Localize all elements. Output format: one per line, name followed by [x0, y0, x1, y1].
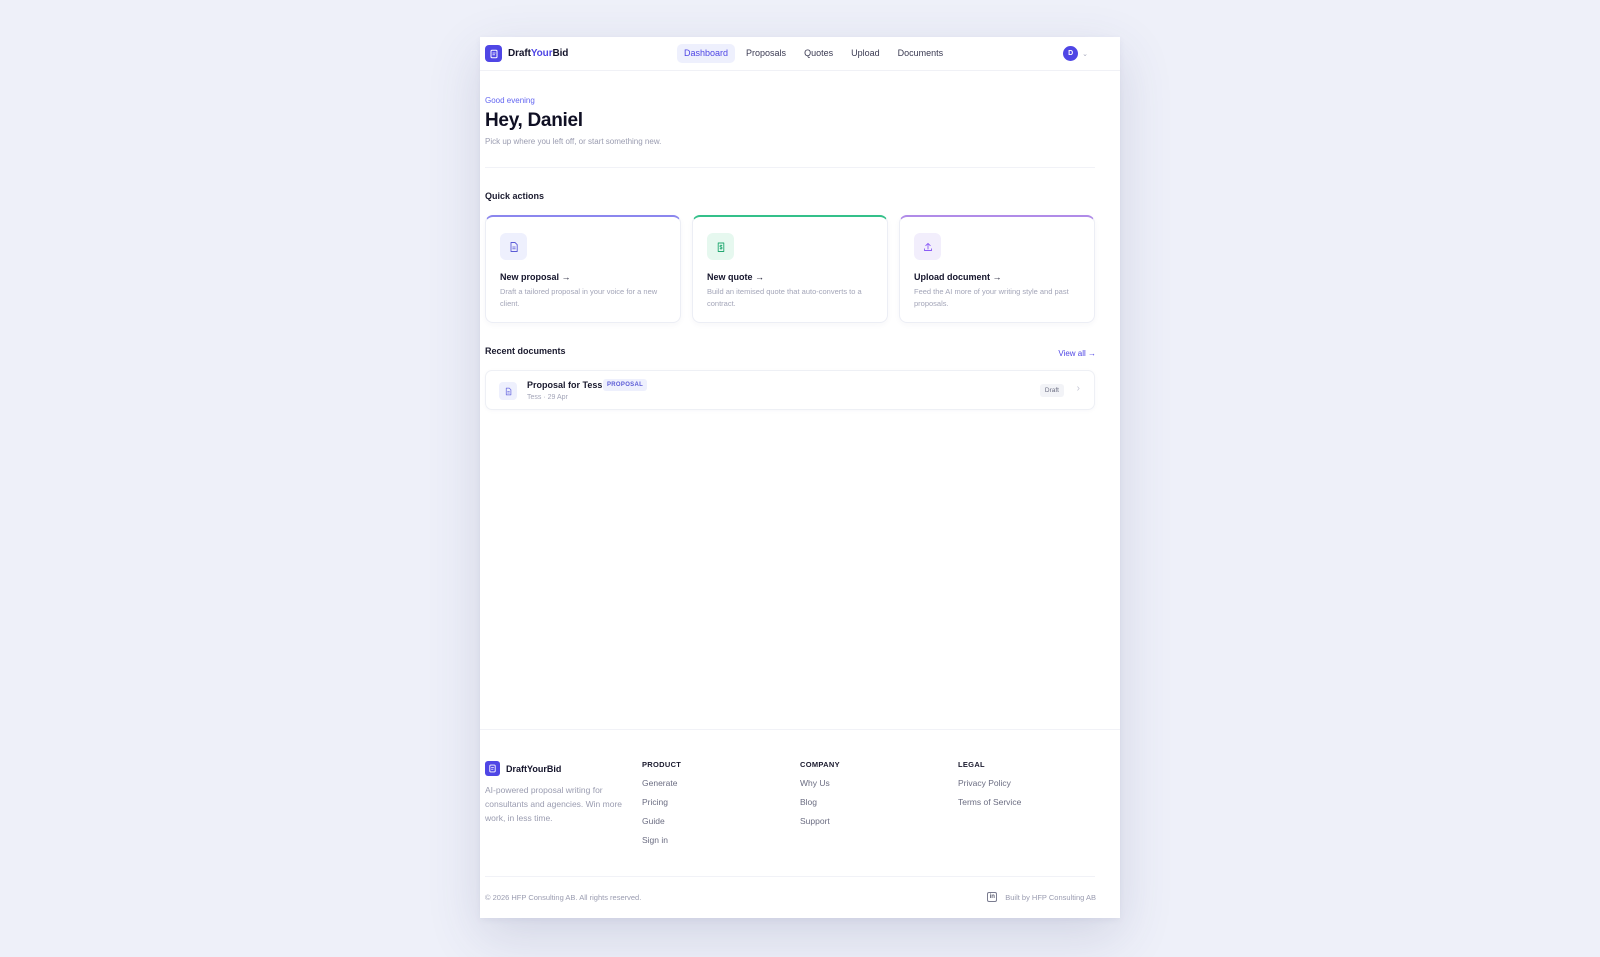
card-description: Draft a tailored proposal in your voice … — [500, 287, 658, 308]
nav-upload[interactable]: Upload — [844, 44, 887, 63]
document-row[interactable]: Proposal for Tess PROPOSAL Tess · 29 Apr… — [485, 370, 1095, 410]
copyright-text: © 2026 HFP Consulting AB. All rights res… — [485, 893, 642, 902]
greeting-label: Good evening — [485, 96, 535, 105]
dollar-doc-icon — [707, 233, 734, 260]
nav-dashboard[interactable]: Dashboard — [677, 44, 736, 63]
footer-bottom-divider — [485, 876, 1095, 877]
upload-icon — [914, 233, 941, 260]
recent-documents-title: Recent documents — [485, 346, 566, 356]
card-title: Upload document → — [914, 272, 1002, 282]
brand-document-icon — [485, 761, 500, 776]
footer-description: AI-powered proposal writing for consulta… — [485, 785, 623, 823]
nav-proposals[interactable]: Proposals — [739, 44, 793, 63]
brand-logo-link[interactable]: DraftYourBid — [485, 45, 568, 62]
footer-link-privacy[interactable]: Privacy Policy — [958, 778, 1021, 789]
footer-column-title: COMPANY — [800, 760, 840, 769]
divider — [485, 167, 1095, 168]
footer-brand[interactable]: DraftYourBid — [485, 761, 561, 776]
document-meta: Tess · 29 Apr — [527, 394, 568, 401]
app-page: DraftYourBid Dashboard Proposals Quotes … — [480, 37, 1120, 918]
view-all-link[interactable]: View all → — [1058, 349, 1096, 358]
nav-documents[interactable]: Documents — [891, 44, 951, 63]
avatar: D — [1063, 46, 1079, 61]
footer-column-legal: LEGAL Privacy Policy Terms of Service — [958, 760, 1021, 816]
new-quote-card[interactable]: New quote → Build an itemised quote that… — [692, 215, 888, 323]
document-icon — [499, 382, 517, 400]
linkedin-icon[interactable]: in — [987, 892, 998, 902]
page-title: Hey, Daniel — [485, 110, 583, 131]
new-proposal-card[interactable]: New proposal → Draft a tailored proposal… — [485, 215, 681, 323]
footer-link-support[interactable]: Support — [800, 816, 840, 827]
top-navigation-bar: DraftYourBid Dashboard Proposals Quotes … — [480, 37, 1120, 71]
card-title: New quote → — [707, 272, 765, 282]
footer-link-blog[interactable]: Blog — [800, 797, 840, 808]
document-type-badge: PROPOSAL — [603, 379, 648, 391]
card-description: Feed the AI more of your writing style a… — [914, 287, 1069, 308]
quick-actions-title: Quick actions — [485, 191, 545, 201]
footer-link-sign-in[interactable]: Sign in — [642, 835, 681, 846]
status-badge: Draft — [1039, 384, 1064, 397]
footer-column-title: LEGAL — [958, 760, 985, 769]
brand-document-icon — [485, 45, 502, 62]
user-menu[interactable]: D ⌄ — [1063, 46, 1088, 61]
document-icon — [500, 233, 527, 260]
page-subtitle: Pick up where you left off, or start som… — [485, 137, 662, 146]
main-nav: Dashboard Proposals Quotes Upload Docume… — [677, 44, 950, 63]
footer-link-guide[interactable]: Guide — [642, 816, 681, 827]
footer-link-why-us[interactable]: Why Us — [800, 778, 840, 789]
chevron-down-icon: ⌄ — [1082, 50, 1088, 58]
footer-brand-name: DraftYourBid — [506, 763, 562, 774]
footer-link-generate[interactable]: Generate — [642, 778, 681, 789]
chevron-right-icon: › — [1076, 383, 1080, 394]
footer-link-terms[interactable]: Terms of Service — [958, 797, 1021, 808]
built-by: in Built by HFP Consulting AB — [987, 892, 1096, 902]
footer-column-product: PRODUCT Generate Pricing Guide Sign in — [642, 760, 681, 854]
card-description: Build an itemised quote that auto-conver… — [707, 287, 862, 308]
footer-column-title: PRODUCT — [642, 760, 682, 769]
nav-quotes[interactable]: Quotes — [797, 44, 840, 63]
upload-document-card[interactable]: Upload document → Feed the AI more of yo… — [899, 215, 1095, 323]
footer-column-company: COMPANY Why Us Blog Support — [800, 760, 840, 835]
document-title: Proposal for Tess — [527, 380, 603, 390]
footer-divider — [480, 729, 1120, 730]
footer-link-pricing[interactable]: Pricing — [642, 797, 681, 808]
brand-name: DraftYourBid — [508, 48, 569, 59]
built-by-text: Built by HFP Consulting AB — [1005, 892, 1096, 902]
card-title: New proposal → — [500, 272, 571, 282]
